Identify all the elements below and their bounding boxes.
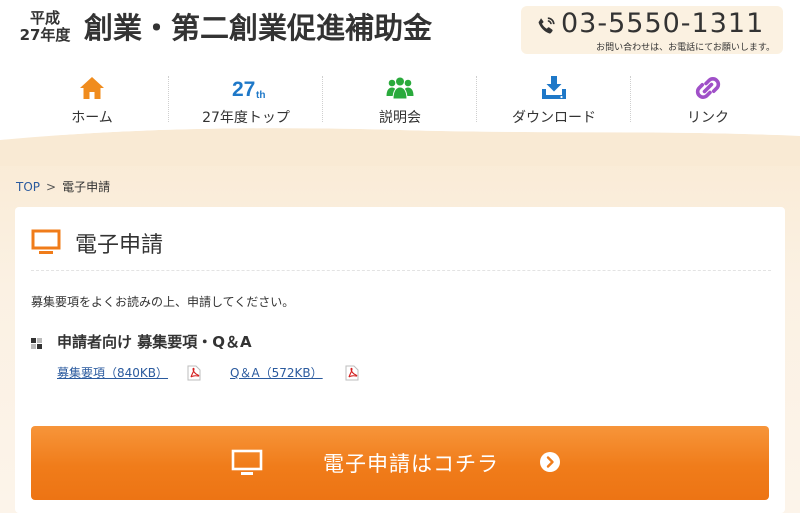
guideline-pdf-link[interactable]: 募集要項（840KB） — [57, 364, 168, 381]
nav-label-seminar: 説明会 — [379, 110, 421, 126]
panel-header: 電子申請 — [31, 225, 771, 271]
tel-note: お問い合わせは、お電話にてお願いします。 — [596, 43, 775, 53]
qa-pdf-link[interactable]: Q＆A（572KB） — [230, 364, 323, 381]
27th-icon: 27 th — [232, 78, 265, 101]
square-bullet-icon — [31, 338, 42, 349]
nav-label-download: ダウンロード — [512, 110, 596, 126]
tel-contact-box: 03-5550-1311 お問い合わせは、お電話にてお願いします。 — [521, 6, 783, 54]
breadcrumb: TOP > 電子申請 — [16, 178, 110, 195]
pdf-icon[interactable] — [345, 365, 359, 381]
e-application-button[interactable]: 電子申請はコチラ — [31, 426, 769, 500]
nav-label-home: ホーム — [71, 110, 113, 126]
breadcrumb-current: 電子申請 — [62, 180, 111, 194]
link-icon — [695, 77, 721, 99]
phone-icon — [538, 17, 555, 34]
27th-icon-suffix: th — [256, 90, 265, 101]
home-icon — [80, 77, 104, 99]
logo-year[interactable]: 平成 27年度 — [12, 10, 78, 44]
tel-number: 03-5550-1311 — [561, 8, 765, 39]
people-icon — [386, 77, 414, 100]
nav-label-links: リンク — [687, 110, 729, 126]
page-title: 電子申請 — [75, 233, 164, 258]
breadcrumb-top-link[interactable]: TOP — [16, 180, 40, 194]
27th-icon-number: 27 — [232, 78, 255, 101]
site-header: 平成 27年度 創業・第二創業促進補助金 03-5550-1311 お問い合わせ… — [0, 0, 800, 60]
nav-item-seminar[interactable]: 説明会 — [323, 70, 477, 132]
nav-item-download[interactable]: ダウンロード — [477, 70, 631, 132]
nav-item-home[interactable]: ホーム — [15, 70, 169, 132]
content-panel: 電子申請 募集要項をよくお読みの上、申請してください。 申請者向け 募集要項・Q… — [15, 207, 785, 513]
breadcrumb-separator: > — [46, 180, 57, 194]
download-icon — [542, 76, 566, 99]
nav-item-27th-top[interactable]: 27 th 27年度トップ — [169, 70, 323, 132]
global-nav: ホーム 27 th 27年度トップ 説明会 ダウンロード リンク — [15, 70, 785, 132]
chevron-right-circle-icon — [540, 452, 560, 472]
pdf-icon[interactable] — [187, 365, 201, 381]
e-application-button-label: 電子申請はコチラ — [323, 452, 499, 476]
lead-text: 募集要項をよくお読みの上、申請してください。 — [31, 295, 295, 309]
monitor-icon — [31, 229, 61, 254]
logo-year-era: 平成 — [29, 9, 60, 27]
section-title: 申請者向け 募集要項・Q＆A — [57, 333, 252, 351]
site-title[interactable]: 創業・第二創業促進補助金 — [84, 10, 432, 46]
logo-year-number: 27年度 — [19, 26, 71, 44]
nav-label-27th-top: 27年度トップ — [202, 110, 290, 126]
background-wave — [0, 126, 800, 166]
nav-item-links[interactable]: リンク — [631, 70, 785, 132]
monitor-icon — [231, 449, 263, 475]
